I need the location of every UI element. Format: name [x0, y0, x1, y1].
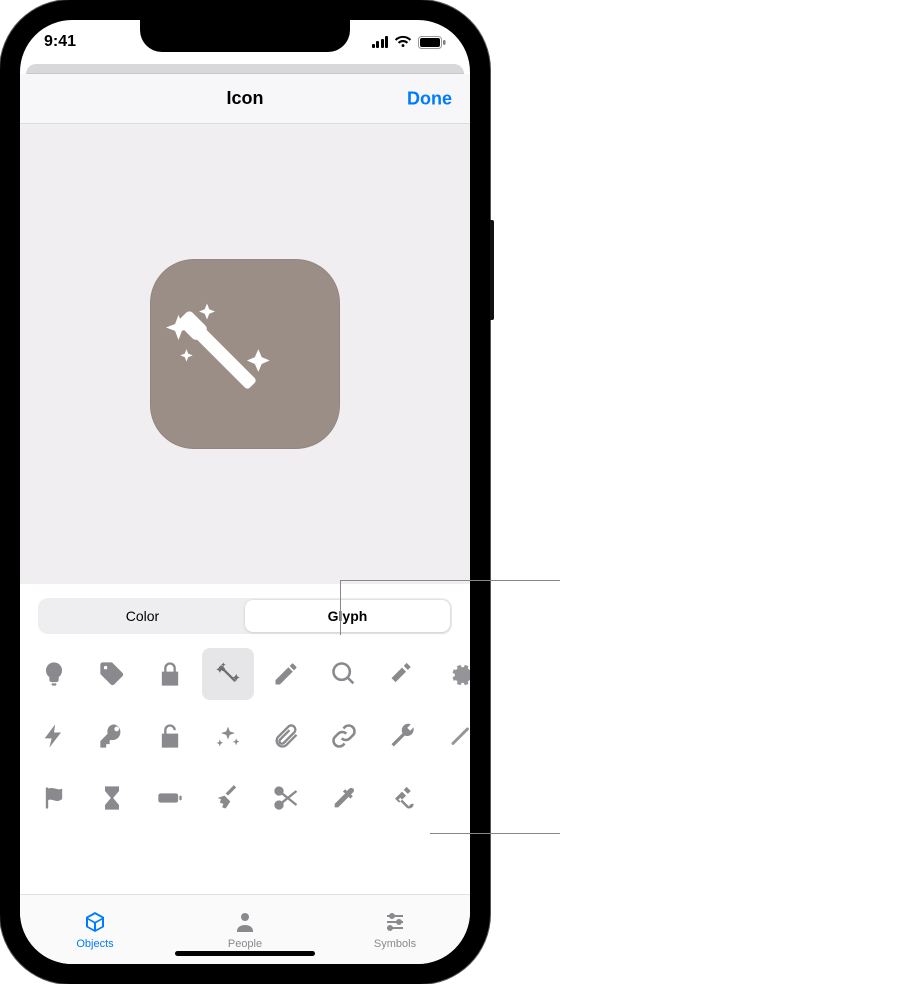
- gear-icon: [446, 660, 470, 688]
- key-icon: [98, 722, 126, 750]
- broom-icon: [214, 784, 242, 812]
- status-right: [372, 35, 447, 49]
- glyph-broom[interactable]: [202, 772, 254, 824]
- tab-label: Symbols: [374, 938, 416, 950]
- glyph-paperclip[interactable]: [260, 710, 312, 762]
- navbar: Icon Done: [20, 74, 470, 124]
- navbar-title: Icon: [226, 88, 263, 109]
- glyph-eyedropper[interactable]: [318, 772, 370, 824]
- lightbulb-icon: [40, 660, 68, 688]
- link-icon: [330, 722, 358, 750]
- lock-icon: [156, 660, 184, 688]
- tools-icon: [388, 784, 416, 812]
- bolt-icon: [40, 722, 68, 750]
- tab-label: Objects: [76, 938, 113, 950]
- glyph-grid: [28, 648, 470, 830]
- home-indicator[interactable]: [175, 951, 315, 956]
- tab-symbols[interactable]: Symbols: [320, 895, 470, 964]
- segmented-control-wrap: Color Glyph: [20, 584, 470, 642]
- sparkle-icon: [214, 722, 242, 750]
- battery-icon: [156, 784, 184, 812]
- tag-icon: [98, 660, 126, 688]
- scissors-icon: [272, 784, 300, 812]
- glyph-magnifier[interactable]: [318, 648, 370, 700]
- wifi-icon: [394, 35, 412, 49]
- done-button[interactable]: Done: [407, 88, 452, 109]
- glyph-tools[interactable]: [376, 772, 428, 824]
- modal-background-peek: [26, 64, 464, 74]
- sliders-icon: [382, 910, 408, 934]
- battery-icon: [418, 36, 446, 49]
- wand-icon: [214, 660, 242, 688]
- glyph-blank[interactable]: [434, 772, 470, 824]
- segment-glyph[interactable]: Glyph: [245, 600, 450, 632]
- glyph-key[interactable]: [86, 710, 138, 762]
- glyph-link[interactable]: [318, 710, 370, 762]
- glyph-gear[interactable]: [434, 648, 470, 700]
- glyph-scissors[interactable]: [260, 772, 312, 824]
- paperclip-icon: [272, 722, 300, 750]
- screen: 9:41 Icon Done: [20, 20, 470, 964]
- power-button: [490, 220, 494, 320]
- unlock-icon: [156, 722, 184, 750]
- glyph-sparkle-cluster[interactable]: [202, 710, 254, 762]
- status-time: 9:41: [44, 33, 76, 51]
- callout-line: [430, 833, 560, 834]
- icon-preview-tile: [150, 259, 340, 449]
- cellular-icon: [372, 36, 389, 48]
- icon-preview-area: [20, 124, 470, 584]
- magnifier-icon: [330, 660, 358, 688]
- tab-label: People: [228, 938, 262, 950]
- hammer-icon: [388, 660, 416, 688]
- person-icon: [232, 910, 258, 934]
- callout-line: [340, 580, 560, 581]
- glyph-wand[interactable]: [202, 648, 254, 700]
- glyph-unlock[interactable]: [144, 710, 196, 762]
- tab-objects[interactable]: Objects: [20, 895, 170, 964]
- glyph-pencil[interactable]: [260, 648, 312, 700]
- glyph-slash[interactable]: [434, 710, 470, 762]
- glyph-wrench[interactable]: [376, 710, 428, 762]
- glyph-hammer[interactable]: [376, 648, 428, 700]
- callout-line: [340, 580, 341, 635]
- segment-color[interactable]: Color: [40, 600, 245, 632]
- eyedropper-icon: [330, 784, 358, 812]
- segmented-control: Color Glyph: [38, 598, 452, 634]
- wrench-icon: [388, 722, 416, 750]
- phone-frame: 9:41 Icon Done: [0, 0, 490, 984]
- glyph-lock[interactable]: [144, 648, 196, 700]
- cube-icon: [82, 910, 108, 934]
- glyph-picker[interactable]: [20, 642, 470, 894]
- glyph-bolt[interactable]: [28, 710, 80, 762]
- wand-icon: [150, 283, 340, 425]
- notch: [140, 20, 350, 52]
- hourglass-icon: [98, 784, 126, 812]
- pencil-icon: [272, 660, 300, 688]
- glyph-lightbulb[interactable]: [28, 648, 80, 700]
- slash-icon: [446, 722, 470, 750]
- glyph-battery[interactable]: [144, 772, 196, 824]
- glyph-flag[interactable]: [28, 772, 80, 824]
- glyph-hourglass[interactable]: [86, 772, 138, 824]
- glyph-tag[interactable]: [86, 648, 138, 700]
- flag-icon: [40, 784, 68, 812]
